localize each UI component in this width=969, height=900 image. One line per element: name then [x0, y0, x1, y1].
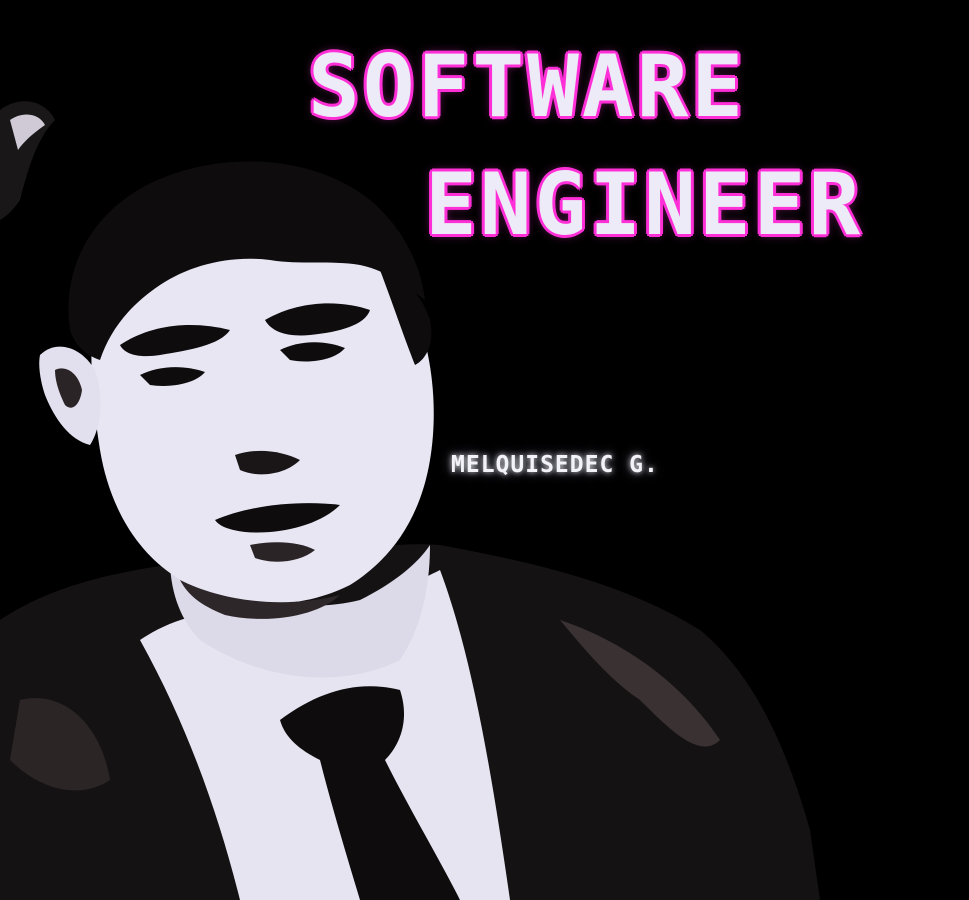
title-line-engineer: ENGINEER [425, 155, 864, 255]
title-line-software: SOFTWARE [308, 37, 747, 137]
author-name: MELQUISEDEC G. [451, 452, 659, 478]
poster-canvas: SOFTWARE ENGINEER MELQUISEDEC G. [0, 0, 969, 900]
